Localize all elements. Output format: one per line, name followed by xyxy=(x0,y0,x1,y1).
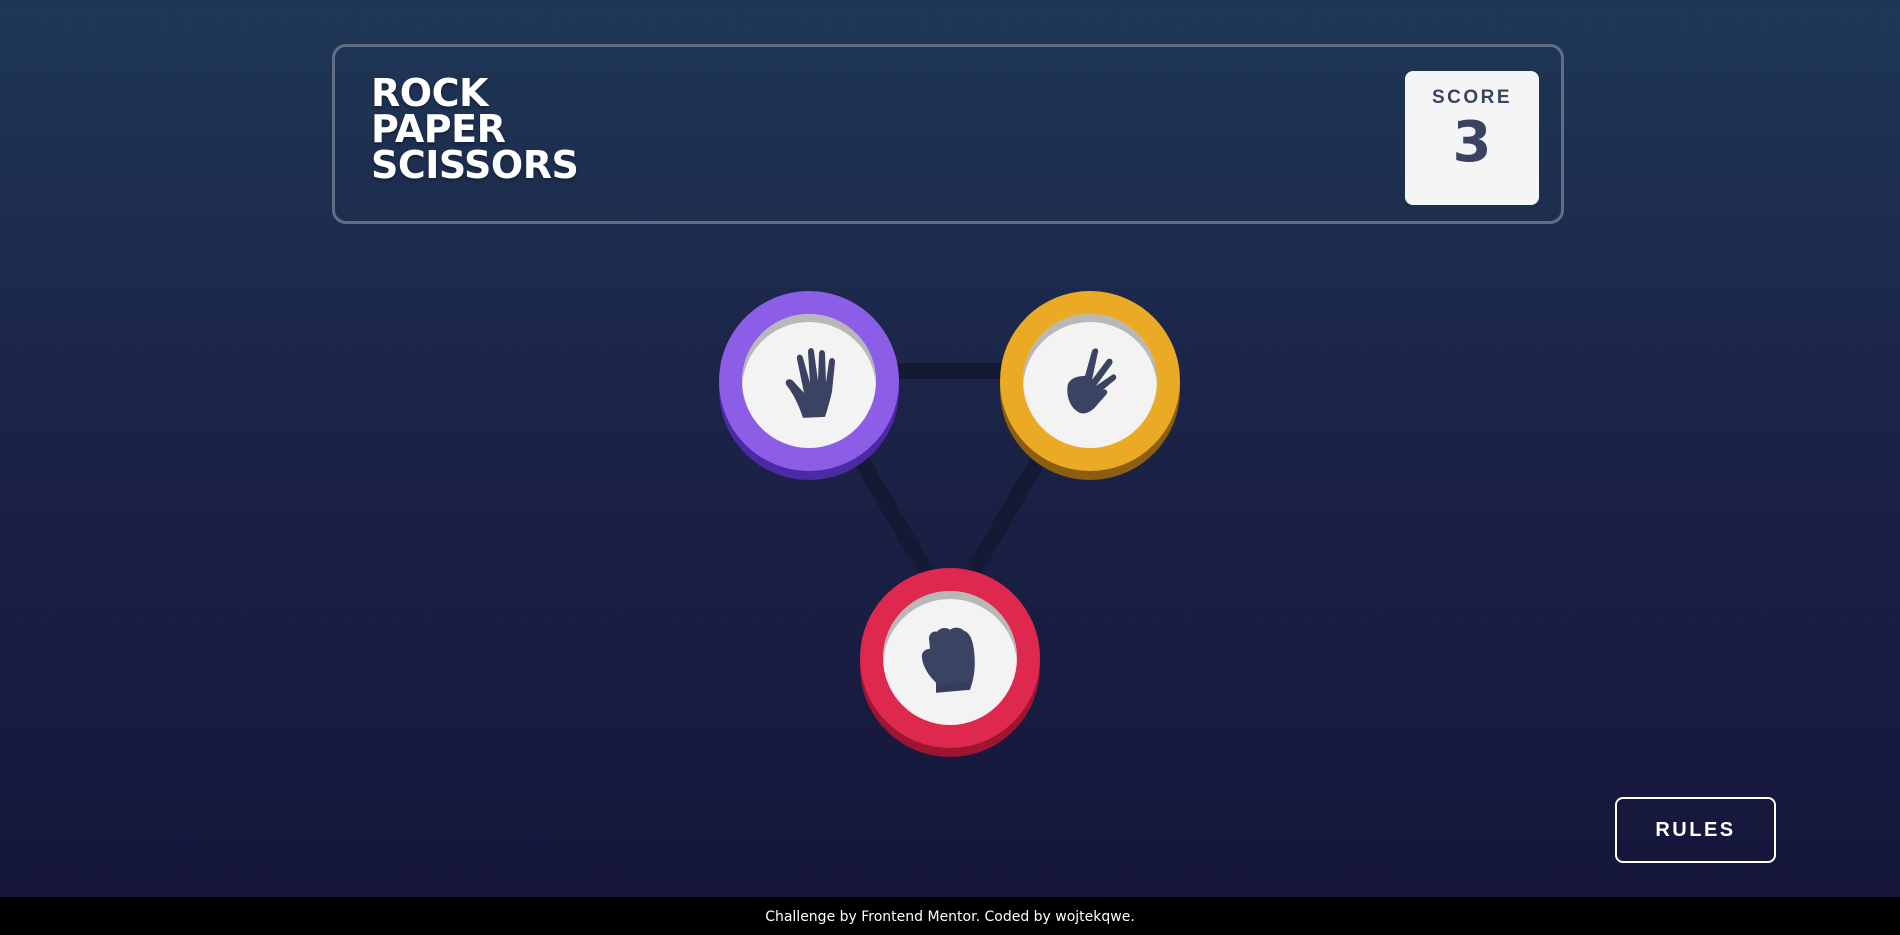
rock-choice-face xyxy=(883,591,1017,725)
paper-hand-icon xyxy=(785,348,835,418)
rock-fist-icon xyxy=(921,627,975,693)
score-value: 3 xyxy=(1452,110,1492,175)
scissors-hand-icon xyxy=(1067,348,1117,414)
scoreboard: ROCK PAPER SCISSORS SCORE 3 xyxy=(332,44,1564,224)
footer-attribution: Challenge by Frontend Mentor. Coded by w… xyxy=(0,897,1900,935)
rules-button[interactable]: RULES xyxy=(1615,797,1776,863)
paper-choice-face xyxy=(742,314,876,448)
score-box: SCORE 3 xyxy=(1405,71,1539,205)
rock-choice-button[interactable] xyxy=(860,568,1040,748)
title-line-paper: PAPER xyxy=(371,107,506,151)
scissors-choice-face xyxy=(1023,314,1157,448)
title-line-rock: ROCK xyxy=(371,71,488,115)
paper-choice-button[interactable] xyxy=(719,291,899,471)
scissors-choice-button[interactable] xyxy=(1000,291,1180,471)
game-title: ROCK PAPER SCISSORS xyxy=(371,71,579,187)
title-line-scissors: SCISSORS xyxy=(371,143,579,187)
score-label: SCORE xyxy=(1431,87,1513,108)
